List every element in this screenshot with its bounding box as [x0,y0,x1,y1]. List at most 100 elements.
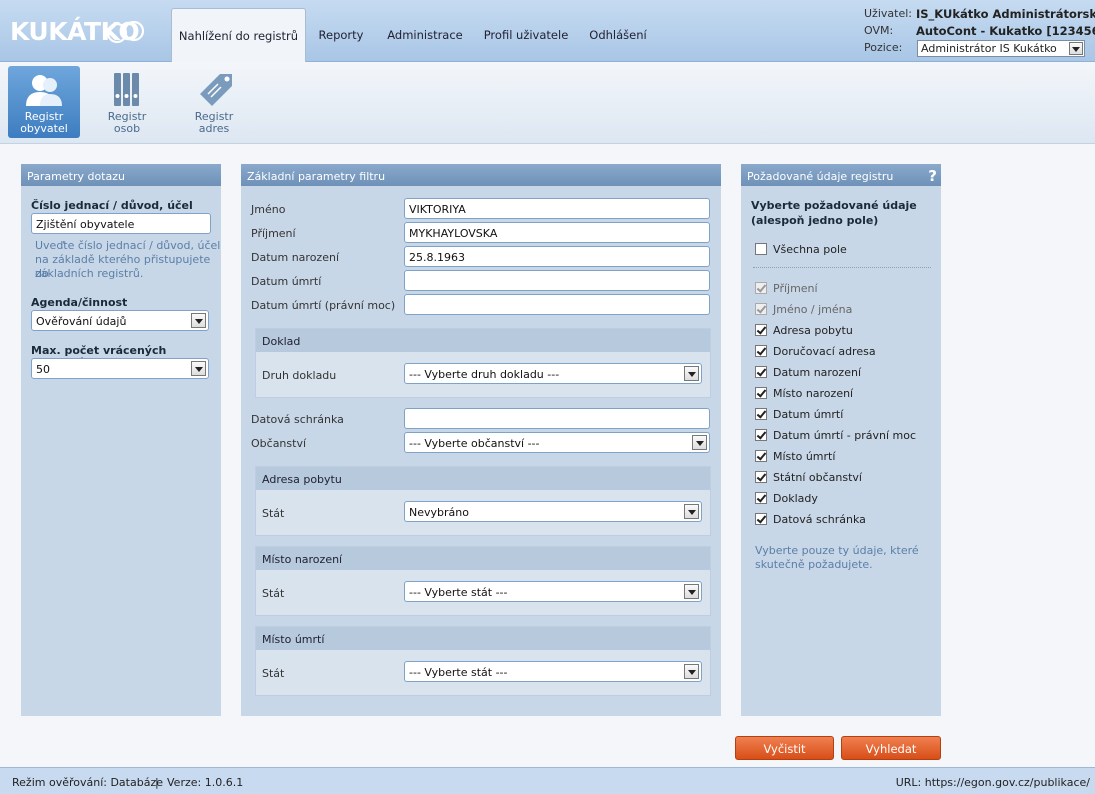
help-icon[interactable]: ? [928,167,937,185]
user-label: Uživatel: [864,7,912,20]
user-value: IS_KUkátko Administrátorský_... [916,7,1095,21]
doklad-title: Doklad [256,329,710,352]
max-records-select[interactable]: 50 [31,358,209,379]
field-checkbox [755,282,767,294]
obcanstvi-label: Občanství [251,437,307,450]
adresa-stat-select[interactable]: Nevybráno [404,501,702,522]
required-fields-panel: Požadované údaje registru ? Vyberte poža… [741,164,941,716]
ovm-value: AutoCont - Kukatko [12345678] [916,24,1095,38]
cj-input[interactable]: Zjištění obyvatele [31,213,211,234]
search-button[interactable]: Vyhledat [841,736,941,760]
field-label: Adresa pobytu [773,324,853,337]
registr-obyvatel-button[interactable]: Registr obyvatel [8,66,80,138]
misto-umrti-section: Místo úmrtí Stát --- Vyberte stát --- [255,626,711,696]
field-checkbox[interactable] [755,387,767,399]
tab-odhlaseni[interactable]: Odhlášení [584,8,652,62]
binders-icon [114,73,139,106]
registr-obyvatel-label-2: obyvatel [20,122,68,135]
field-checkbox[interactable] [755,429,767,441]
chevron-down-icon [684,584,699,599]
field-label: Doklady [773,492,818,505]
field-checkbox[interactable] [755,513,767,525]
divider [753,267,931,268]
field-checkbox [755,303,767,315]
doklad-section: Doklad Druh dokladu --- Vyberte druh dok… [255,328,711,398]
datova-schranka-label: Datová schránka [251,413,344,426]
tab-reporty[interactable]: Reporty [310,8,372,62]
field-checkbox[interactable] [755,450,767,462]
registr-osob-button[interactable]: Registr osob [91,66,163,138]
chevron-down-icon [684,504,699,519]
registry-nav: Registr obyvatel Registr osob Registr ad… [0,62,1095,144]
all-fields-checkbox[interactable] [755,243,767,255]
people-icon [26,75,62,106]
version: Verze: 1.0.6.1 [167,776,244,789]
required-fields-title: Požadované údaje registru [741,164,941,186]
tab-administrace[interactable]: Administrace [384,8,466,62]
required-hint-2: skutečně požadujete. [755,558,873,571]
agenda-select[interactable]: Ověřování údajů [31,310,209,331]
registr-adres-button[interactable]: Registr adres [178,66,250,138]
field-checkbox[interactable] [755,324,767,336]
filter-panel: Základní parametry filtru Jméno VIKTORIY… [241,164,721,716]
chevron-down-icon [684,366,699,381]
position-label: Pozice: [864,41,903,54]
field-label: Jméno / jména [773,303,853,316]
field-label: Datum úmrtí - právní moc [773,429,917,442]
misto-umrti-stat-select[interactable]: --- Vyberte stát --- [404,661,702,682]
field-checkbox[interactable] [755,408,767,420]
obcanstvi-value: --- Vyberte občanství --- [409,437,540,450]
registr-adres-label-2: adres [198,122,230,135]
query-params-title: Parametry dotazu [21,164,221,186]
tab-nahlizeni[interactable]: Nahlížení do registrů [171,8,306,63]
jmeno-label: Jméno [251,203,286,216]
field-label: Datum úmrtí [773,408,844,421]
cj-hint-3: základních registrů. [35,267,144,280]
max-records-value: 50 [36,363,50,376]
query-params-panel: Parametry dotazu Číslo jednací / důvod, … [21,164,221,716]
field-label: Datum narození [773,366,861,379]
required-intro-1: Vyberte požadované údaje [751,199,917,212]
datum-narozeni-input[interactable]: 25.8.1963 [404,246,710,267]
misto-narozeni-stat-value: --- Vyberte stát --- [409,586,508,599]
publication-url[interactable]: URL: https://egon.gov.cz/publikace/ [896,776,1090,789]
field-checkbox[interactable] [755,345,767,357]
misto-umrti-stat-value: --- Vyberte stát --- [409,666,508,679]
misto-narozeni-title: Místo narození [256,547,710,570]
datum-umrti-label: Datum úmrtí [251,275,322,288]
prijmeni-label: Příjmení [251,227,296,240]
field-checkbox[interactable] [755,366,767,378]
filter-title: Základní parametry filtru [241,164,721,186]
agenda-label: Agenda/činnost [31,296,128,309]
required-hint-1: Vyberte pouze ty údaje, které [755,544,919,557]
clear-button[interactable]: Vyčistit [735,736,834,760]
jmeno-input[interactable]: VIKTORIYA [404,198,710,219]
prijmeni-input[interactable]: MYKHAYLOVSKA [404,222,710,243]
field-label: Datová schránka [773,513,866,526]
datova-schranka-input[interactable] [404,408,710,429]
field-label: Příjmení [773,282,818,295]
tag-icon [200,74,232,106]
field-checkbox[interactable] [755,471,767,483]
footer: Režim ověřování: Databáze | Verze: 1.0.6… [0,767,1095,794]
cj-label: Číslo jednací / důvod, účel [31,199,193,212]
misto-umrti-stat-label: Stát [262,667,285,680]
datum-umrti-pm-input[interactable] [404,294,710,315]
obcanstvi-select[interactable]: --- Vyberte občanství --- [404,432,710,453]
field-label: Doručovací adresa [773,345,876,358]
druh-dokladu-select[interactable]: --- Vyberte druh dokladu --- [404,363,702,384]
datum-umrti-input[interactable] [404,270,710,291]
datum-narozeni-label: Datum narození [251,251,339,264]
adresa-pobytu-title: Adresa pobytu [256,467,710,490]
adresa-pobytu-section: Adresa pobytu Stát Nevybráno [255,466,711,536]
field-checkbox[interactable] [755,492,767,504]
tab-profil[interactable]: Profil uživatele [480,8,572,62]
position-select[interactable]: Administrátor IS Kukátko [917,40,1085,57]
position-value: Administrátor IS Kukátko [921,42,1057,55]
misto-narozeni-stat-select[interactable]: --- Vyberte stát --- [404,581,702,602]
required-intro-2: (alespoň jedno pole) [751,214,879,227]
cj-hint-1: Uveďte číslo jednací / důvod, účel [35,239,221,252]
footer-separator: | [155,776,159,789]
chevron-down-icon [191,313,206,328]
field-label: Místo narození [773,387,854,400]
